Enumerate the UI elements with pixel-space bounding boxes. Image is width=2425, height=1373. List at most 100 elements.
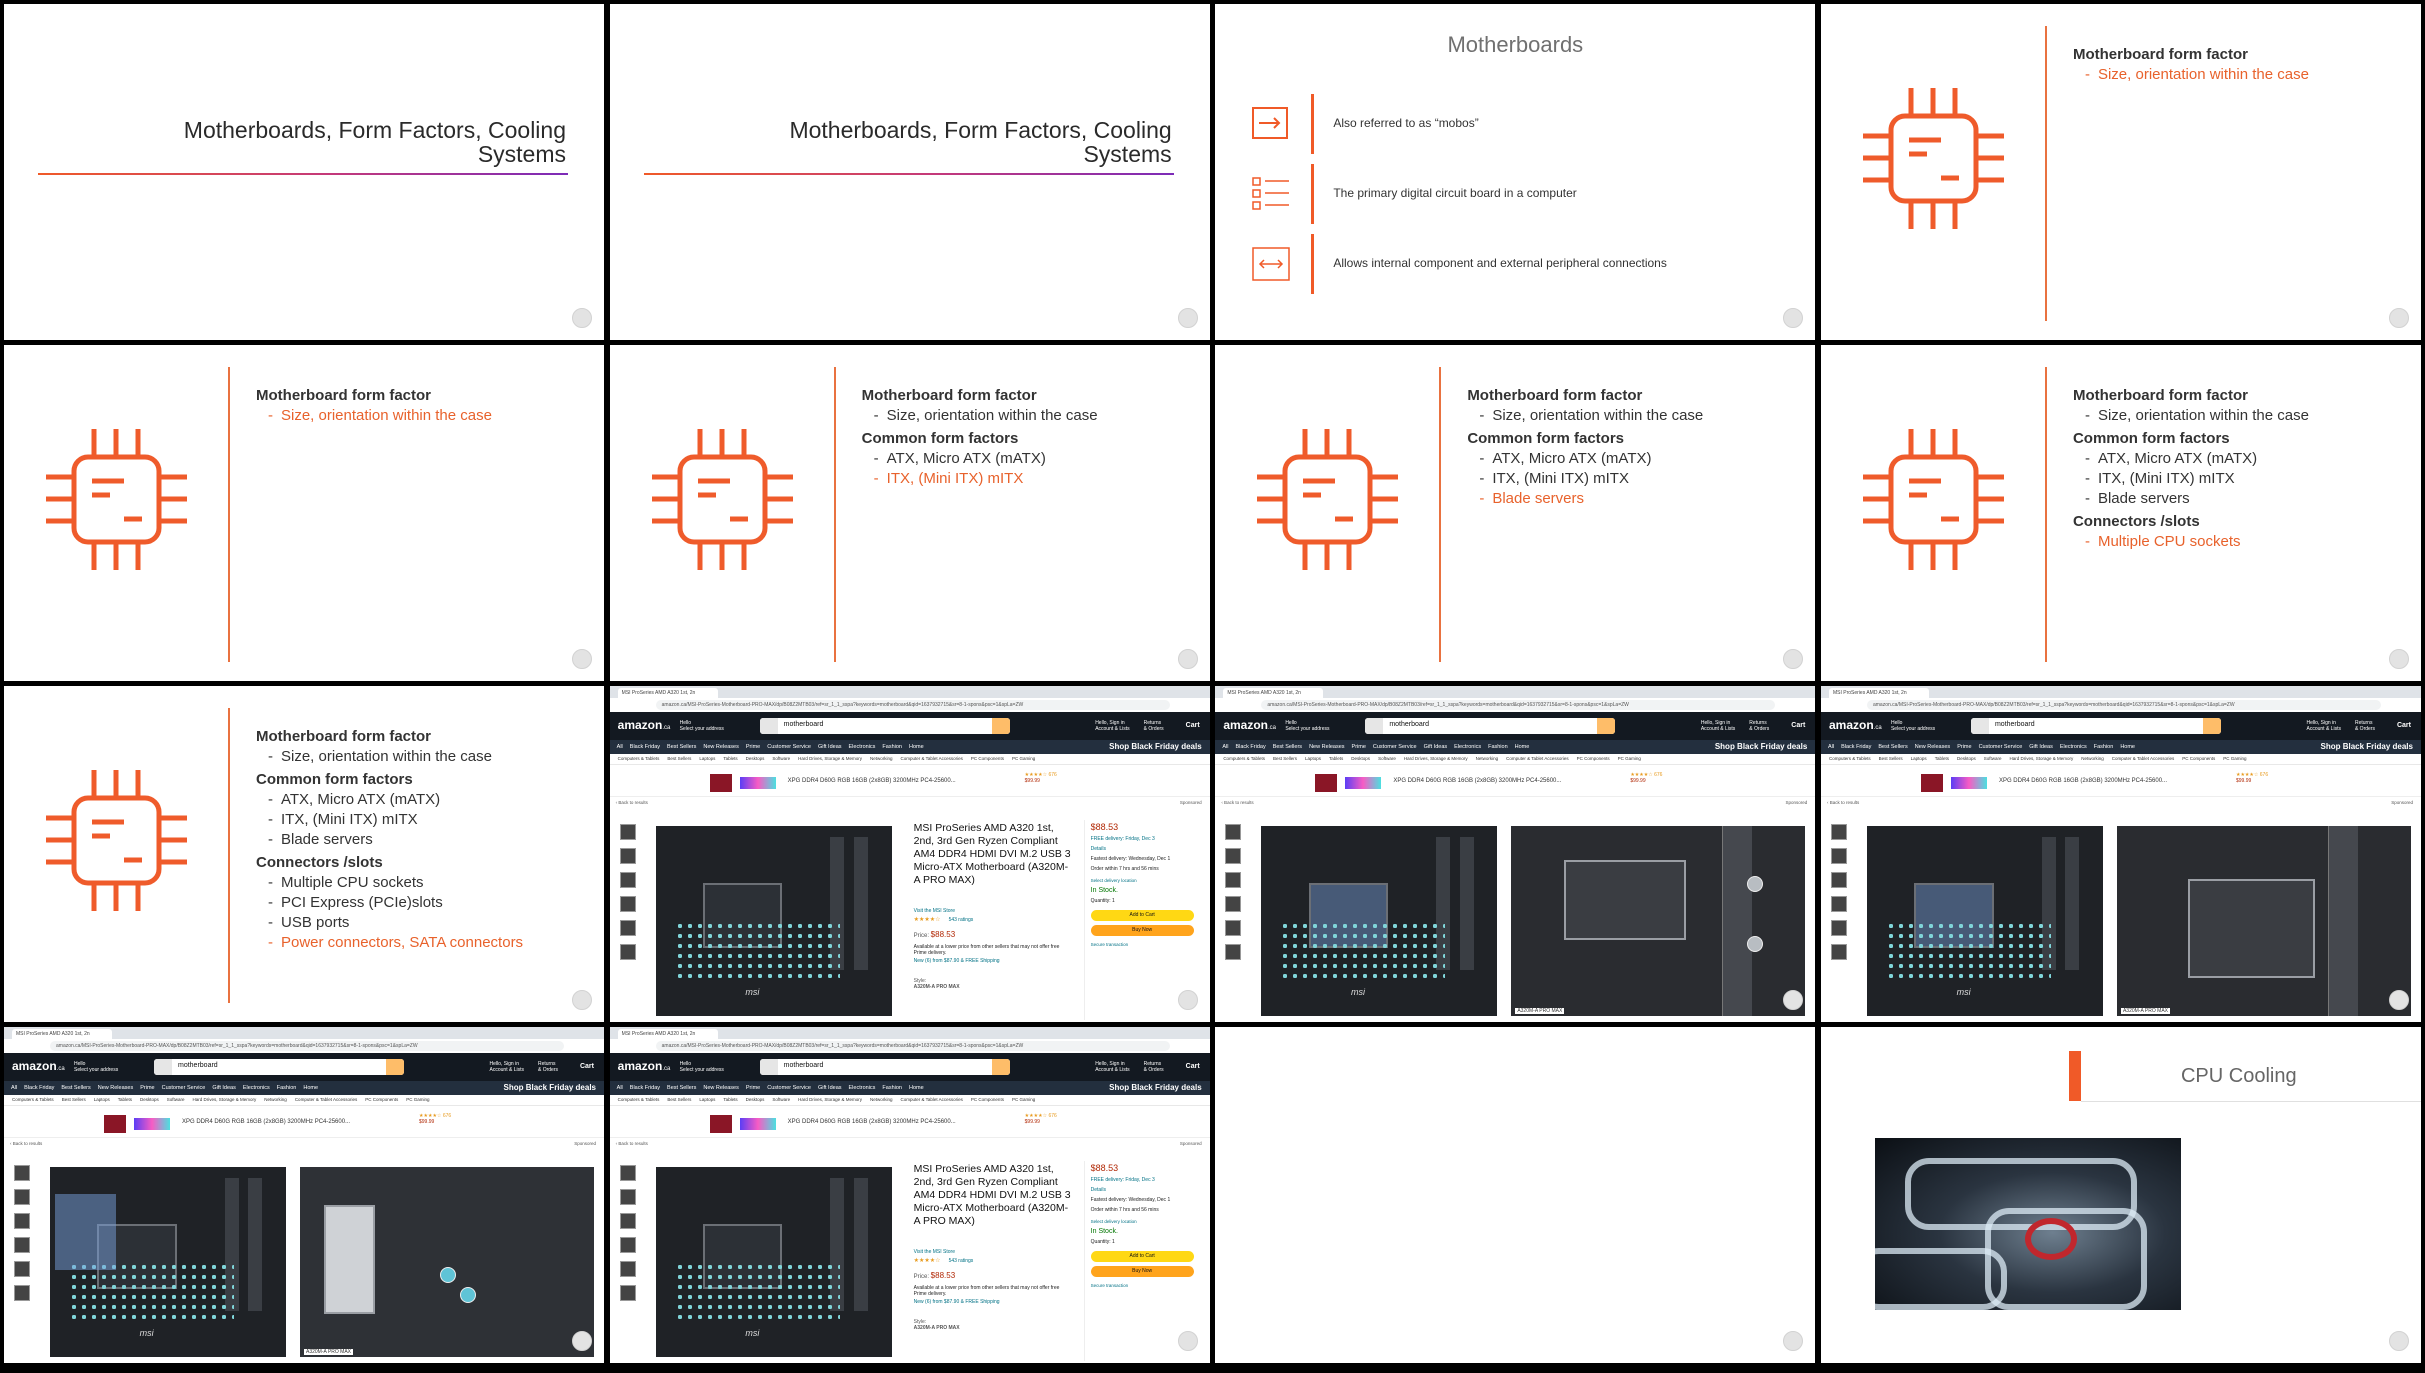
slide-cpu-cooling[interactable]: CPU Cooling [1820,1027,2421,1363]
black-friday-deals[interactable]: Shop Black Friday deals [1715,742,1807,751]
search-bar[interactable]: motherboard [759,718,1010,734]
cart-button[interactable]: Cart [2397,722,2411,729]
store-link[interactable]: Visit the MSI Store [914,908,955,914]
amazon-logo[interactable]: amazon.ca [618,1059,671,1073]
url-field[interactable]: amazon.ca/MSI-ProSeries-Motherboard-PRO-… [1866,700,2381,710]
search-icon[interactable] [991,1059,1010,1075]
style-selector[interactable]: Style: A320M-A PRO MAX [914,978,960,990]
slide-form-factor-3[interactable]: Motherboard form factor Size, orientatio… [609,345,1210,681]
cart-button[interactable]: Cart [1186,1063,1200,1070]
add-to-cart-button[interactable]: Add to Cart [1090,910,1194,921]
nav-item[interactable]: New Releases [703,744,738,750]
rating-stars[interactable]: ★★★★☆ 543 ratings [914,1257,974,1264]
search-bar[interactable]: motherboard [759,1059,1010,1075]
black-friday-deals[interactable]: Shop Black Friday deals [2320,742,2412,751]
account-menu[interactable]: Hello, Sign in Account & Lists [1095,720,1129,732]
back-to-results[interactable]: ‹ Back to results [616,1141,648,1146]
details-link[interactable]: Details [1091,846,1194,852]
returns-orders[interactable]: Returns & Orders [1144,720,1164,732]
amazon-logo[interactable]: amazon.ca [12,1059,65,1073]
back-to-results[interactable]: ‹ Back to results [1221,800,1253,805]
thumbnail-strip[interactable] [14,1165,30,1309]
thumbnail-strip[interactable] [1830,824,1847,968]
search-input[interactable]: motherboard [784,1062,824,1069]
add-to-cart-button[interactable]: Add to Cart [1090,1251,1194,1262]
browser-tab[interactable]: MSI ProSeries AMD A320 1st, 2n [1828,688,1929,698]
quantity-select[interactable]: Quantity: 1 [1091,898,1194,904]
sponsored-banner[interactable]: XPG DDR4 D60G RGB 16GB (2x8GB) 3200MHz P… [609,1107,1210,1138]
subnav-item[interactable]: Networking [870,756,893,761]
slide-form-factor-2[interactable]: Motherboard form factor Size, orientatio… [4,345,604,681]
sponsored-banner[interactable]: XPG DDR4 D60G RGB 16GB (2x8GB) 3200MHz P… [1215,766,1816,797]
browser-tab[interactable]: MSI ProSeries AMD A320 1st, 2n [12,1029,112,1039]
slide-form-factor-4[interactable]: Motherboard form factor Size, orientatio… [1215,345,1816,681]
deliver-to[interactable]: Hello Select your address [74,1061,118,1073]
amazon-zoom-screenshot-2[interactable]: MSI ProSeries AMD A320 1st, 2n amazon.ca… [1820,686,2421,1022]
nav-item[interactable]: Electronics [849,744,876,750]
url-field[interactable]: amazon.ca/MSI-ProSeries-Motherboard-PRO-… [655,1041,1170,1051]
search-input[interactable]: motherboard [784,721,824,728]
url-field[interactable]: amazon.ca/MSI-ProSeries-Motherboard-PRO-… [655,700,1170,710]
slide-form-factor-6[interactable]: Motherboard form factor Size, orientatio… [4,686,604,1022]
search-bar[interactable]: motherboard [1970,718,2221,734]
sponsored-banner[interactable]: XPG DDR4 D60G RGB 16GB (2x8GB) 3200MHz P… [609,766,1210,797]
browser-tab[interactable]: MSI ProSeries AMD A320 1st, 2n [1223,688,1324,698]
deliver-to[interactable]: Hello Select your address [1285,720,1329,732]
subnav-item[interactable]: Desktops [746,756,765,761]
subnav-item[interactable]: Software [772,756,790,761]
browser-tab[interactable]: MSI ProSeries AMD A320 1st, 2n [617,1029,718,1039]
buy-now-button[interactable]: Buy Now [1090,1266,1194,1277]
sponsored-banner[interactable]: XPG DDR4 D60G RGB 16GB (2x8GB) 3200MHz P… [1820,766,2421,797]
account-menu[interactable]: Hello, Sign in Account & Lists [490,1061,524,1073]
nav-item[interactable]: Black Friday [630,744,660,750]
details-link[interactable]: Details [1091,1187,1194,1193]
thumbnail-strip[interactable] [1225,824,1242,968]
search-icon[interactable] [1597,718,1616,734]
new-offers[interactable]: New (6) from $87.90 & FREE Shipping [914,1299,1000,1305]
returns-orders[interactable]: Returns & Orders [2355,720,2375,732]
buy-now-button[interactable]: Buy Now [1090,925,1194,936]
delivery-location[interactable]: Select delivery location [1091,878,1194,883]
subnav-item[interactable]: Computers & Tablets [618,756,660,761]
search-bar[interactable]: motherboard [154,1059,404,1075]
store-link[interactable]: Visit the MSI Store [914,1249,955,1255]
amazon-product-screenshot-2[interactable]: MSI ProSeries AMD A320 1st, 2n amazon.ca… [609,1027,1210,1363]
subnav-item[interactable]: Best Sellers [667,756,691,761]
nav-item[interactable]: Best Sellers [667,744,696,750]
cart-button[interactable]: Cart [1186,722,1200,729]
returns-orders[interactable]: Returns & Orders [1144,1061,1164,1073]
black-friday-deals[interactable]: Shop Black Friday deals [504,1083,596,1092]
new-offers[interactable]: New (6) from $87.90 & FREE Shipping [914,958,1000,964]
nav-item[interactable]: Home [909,744,924,750]
motherboard-image[interactable]: msi [655,826,892,1016]
motherboard-image[interactable]: msi [50,1167,286,1357]
nav-item[interactable]: Gift Ideas [818,744,842,750]
motherboard-image[interactable]: msi [655,1167,892,1357]
quantity-select[interactable]: Quantity: 1 [1091,1239,1194,1245]
black-friday-deals[interactable]: Shop Black Friday deals [1109,1083,1201,1092]
amazon-logo[interactable]: amazon.ca [1223,718,1276,732]
cart-button[interactable]: Cart [580,1063,594,1070]
search-input[interactable]: motherboard [1389,721,1429,728]
subnav-item[interactable]: Hard Drives, Storage & Memory [798,756,862,761]
search-input[interactable]: motherboard [1995,721,2035,728]
cart-button[interactable]: Cart [1791,722,1805,729]
slide-title-1[interactable]: Motherboards, Form Factors, Cooling Syst… [4,4,604,340]
search-icon[interactable] [386,1059,404,1075]
black-friday-deals[interactable]: Shop Black Friday deals [1109,742,1201,751]
slide-motherboards[interactable]: Motherboards Also referred to as “mobos”… [1215,4,1816,340]
motherboard-image[interactable]: msi [1261,826,1498,1016]
browser-tab[interactable]: MSI ProSeries AMD A320 1st, 2n [617,688,718,698]
returns-orders[interactable]: Returns & Orders [538,1061,558,1073]
returns-orders[interactable]: Returns & Orders [1749,720,1769,732]
nav-item[interactable]: Customer Service [767,744,811,750]
nav-item[interactable]: Fashion [882,744,902,750]
subnav-item[interactable]: PC Gaming [1012,756,1035,761]
nav-item[interactable]: Prime [746,744,760,750]
amazon-logo[interactable]: amazon.ca [1829,718,1882,732]
slide-form-factor-5[interactable]: Motherboard form factor Size, orientatio… [1820,345,2421,681]
thumbnail-strip[interactable] [619,824,636,968]
subnav-item[interactable]: Laptops [699,756,715,761]
secure-transaction[interactable]: Secure transaction [1091,1283,1194,1288]
back-to-results[interactable]: ‹ Back to results [1827,800,1859,805]
